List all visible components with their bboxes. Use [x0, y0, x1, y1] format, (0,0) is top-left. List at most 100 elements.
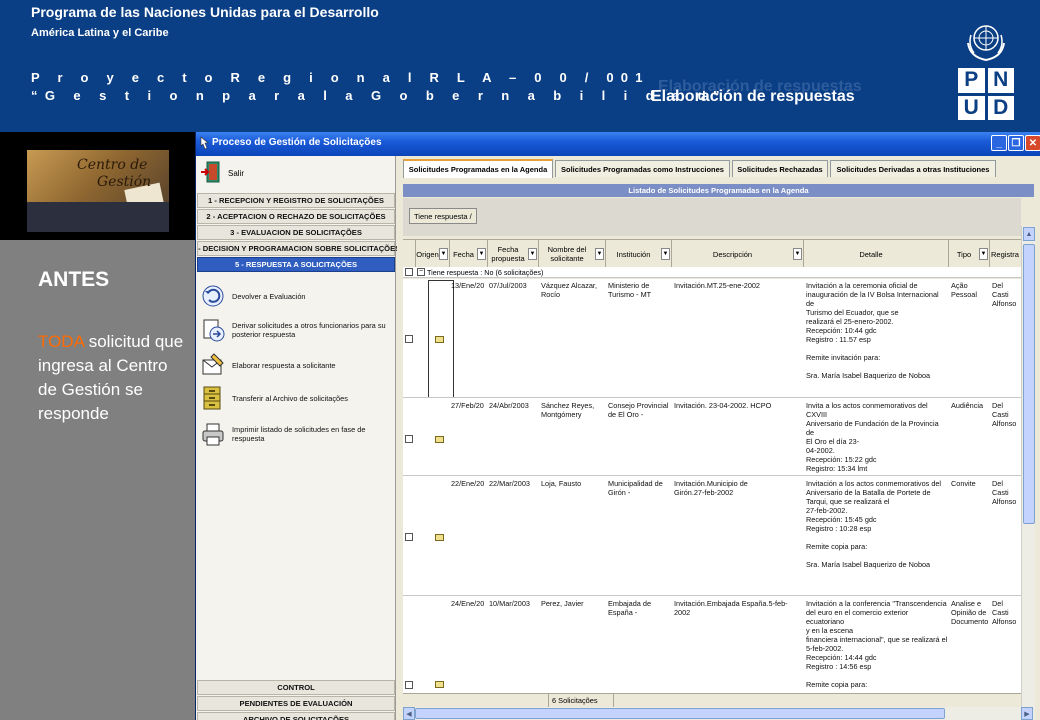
row-checkbox[interactable]: [405, 435, 413, 443]
tab-programadas-instrucciones[interactable]: Solicitudes Programadas como Instruccion…: [555, 160, 730, 177]
col-label: Institución: [616, 249, 651, 259]
col-registra[interactable]: Registra: [990, 240, 1021, 268]
col-nombre[interactable]: Nombre del solicitante ▼: [539, 240, 606, 268]
table-row[interactable]: 13/Ene/20 07/Jul/2003 Vázquez Alcazar, R…: [403, 279, 1021, 398]
record-count: 6 Solicitações: [548, 694, 614, 707]
origin-envelope-icon: [435, 336, 444, 343]
dropdown-arrow-icon[interactable]: ▼: [661, 248, 670, 260]
horizontal-scroll-thumb[interactable]: [415, 708, 945, 719]
col-detalle[interactable]: Detalle: [804, 240, 949, 268]
dropdown-arrow-icon[interactable]: ▼: [979, 248, 988, 260]
main-panel: Solicitudes Programadas en la Agenda Sol…: [397, 156, 1040, 720]
row-checkbox[interactable]: [405, 533, 413, 541]
window-titlebar[interactable]: Proceso de Gestión de Solicitações _ ❐ ✕: [196, 132, 1040, 156]
table-row[interactable]: 22/Ene/20 22/Mar/2003 Loja, Fausto Munic…: [403, 477, 1021, 596]
cell-institucion: Consejo Provincial de El Oro -: [608, 401, 669, 419]
col-label: Tipo: [956, 249, 972, 259]
cell-tipo: Ação Pessoal: [951, 281, 977, 299]
cell-registra: Del Casti Alfonso: [992, 479, 1017, 506]
dropdown-arrow-icon[interactable]: ▼: [793, 248, 802, 260]
pendientes-evaluacion-button[interactable]: PENDIENTES DE EVALUACIÓN: [197, 696, 395, 711]
table-row[interactable]: 24/Ene/20 10/Mar/2003 Perez, Javier Emba…: [403, 597, 1021, 693]
exit-door-icon: [200, 160, 222, 186]
close-icon: ✕: [1028, 137, 1038, 149]
col-origen[interactable]: Origen ▼: [416, 240, 450, 268]
col-label: Fecha: [453, 249, 474, 259]
cell-detalle: Invitación a la ceremonia oficial de ina…: [806, 281, 939, 380]
col-descripcion[interactable]: Descripción ▼: [672, 240, 804, 268]
dropdown-arrow-icon[interactable]: ▼: [477, 248, 486, 260]
col-fecha[interactable]: Fecha ▼: [450, 240, 488, 268]
logo-letter-p: P: [958, 68, 985, 93]
scroll-right-icon[interactable]: ▶: [1021, 707, 1033, 720]
cell-detalle: Invitación a los actos conmemorativos de…: [806, 479, 942, 569]
col-label: Descripción: [712, 249, 753, 259]
process-sidebar: Salir 1 - RECEPCION Y REGISTRO DE SOLICI…: [196, 156, 400, 720]
thumbnail-image: Centro de Gestión: [27, 150, 169, 232]
cell-tipo: Audiência: [951, 401, 984, 410]
tab-programadas-agenda[interactable]: Solicitudes Programadas en la Agenda: [403, 159, 553, 178]
cell-propuesta: 24/Abr/2003: [489, 401, 529, 410]
logo-letter-u: U: [958, 95, 985, 120]
cell-fecha: 27/Feb/20: [451, 401, 484, 410]
step-4-button[interactable]: 4 - DECISION Y PROGRAMACION SOBRE SOLICI…: [196, 241, 400, 256]
transferir-archivo-action[interactable]: Transferir al Archivo de solicitações: [200, 382, 394, 414]
row-checkbox[interactable]: [405, 681, 413, 689]
group-checkbox[interactable]: [405, 268, 413, 276]
col-fecha-propuesta[interactable]: Fecha propuesta ▼: [488, 240, 539, 268]
step-2-button[interactable]: 2 - ACEPTACION O RECHAZO DE SOLICITAÇÕES: [197, 209, 395, 224]
minimize-icon: _: [996, 137, 1002, 149]
group-row[interactable]: − Tiene respuesta : No (6 solicitações): [403, 267, 1021, 278]
un-emblem-icon: [958, 16, 1014, 64]
scroll-up-icon[interactable]: ▲: [1023, 227, 1035, 241]
archivo-solicitacoes-button[interactable]: ARCHIVO DE SOLICITAÇÕES: [197, 712, 395, 720]
antes-heading: ANTES: [38, 268, 110, 291]
row-checkbox[interactable]: [405, 335, 413, 343]
app-icon: [199, 136, 210, 155]
elaborar-respuesta-action[interactable]: Elaborar respuesta a solicitante: [200, 349, 394, 381]
thumbnail-title-1: Centro de: [77, 157, 148, 173]
cell-institucion: Embajada de España -: [608, 599, 652, 617]
col-tipo[interactable]: Tipo ▼: [949, 240, 990, 268]
cell-detalle: Invita a los actos conmemorativos del CX…: [806, 401, 939, 473]
cell-propuesta: 10/Mar/2003: [489, 599, 530, 608]
archive-cabinet-icon: [200, 385, 226, 411]
cell-nombre: Sánchez Reyes, Montgómery: [541, 401, 595, 419]
derivar-solicitudes-action[interactable]: Derivar solicitudes a otros funcionarios…: [200, 314, 394, 346]
step-5-button[interactable]: 5 - RESPUESTA A SOLICITAÇÕES: [197, 257, 395, 272]
restore-button[interactable]: ❐: [1008, 135, 1024, 151]
cell-descripcion: Invitación.Municipio de Girón.27-feb-200…: [674, 479, 748, 497]
note-highlight: TODA: [38, 332, 84, 351]
cell-tipo: Convite: [951, 479, 976, 488]
vertical-scroll-thumb[interactable]: [1023, 244, 1035, 524]
cell-propuesta: 07/Jul/2003: [489, 281, 527, 290]
horizontal-scrollbar[interactable]: ◀ ▶: [403, 707, 1035, 720]
origin-envelope-icon: [435, 681, 444, 688]
devolver-evaluacion-action[interactable]: Devolver a Evaluación: [200, 280, 394, 312]
close-button[interactable]: ✕: [1025, 135, 1040, 151]
control-button[interactable]: CONTROL: [197, 680, 395, 695]
col-institucion[interactable]: Institución ▼: [606, 240, 672, 268]
step-3-button[interactable]: 3 - EVALUACION DE SOLICITAÇÕES: [197, 225, 395, 240]
table-row[interactable]: 27/Feb/20 24/Abr/2003 Sánchez Reyes, Mon…: [403, 399, 1021, 476]
tab-derivadas[interactable]: Solicitudes Derivadas a otras Institucio…: [830, 160, 996, 177]
dropdown-arrow-icon[interactable]: ▼: [439, 248, 448, 260]
group-by-field[interactable]: Tiene respuesta /: [409, 208, 477, 224]
cell-nombre: Perez, Javier: [541, 599, 584, 608]
project-line: P r o y e c t o R e g i o n a l R L A – …: [31, 70, 650, 85]
cell-tipo: Analise e Opinião de Documento: [951, 599, 989, 626]
step-1-button[interactable]: 1 - RECEPCION Y REGISTRO DE SOLICITAÇÕES: [197, 193, 395, 208]
scroll-left-icon[interactable]: ◀: [403, 707, 415, 720]
restore-icon: ❐: [1011, 137, 1021, 149]
imprimir-listado-action[interactable]: Imprimir listado de solicitudes en fase …: [200, 418, 394, 450]
col-label: Origen: [416, 249, 439, 259]
minimize-button[interactable]: _: [991, 135, 1007, 151]
logo-letter-d: D: [987, 95, 1014, 120]
dropdown-arrow-icon[interactable]: ▼: [528, 248, 537, 260]
dropdown-arrow-icon[interactable]: ▼: [595, 248, 604, 260]
salir-button[interactable]: Salir: [200, 160, 244, 186]
cell-propuesta: 22/Mar/2003: [489, 479, 530, 488]
vertical-scrollbar[interactable]: ▲: [1021, 226, 1035, 716]
tab-rechazadas[interactable]: Solicitudes Rechazadas: [732, 160, 828, 177]
collapse-icon[interactable]: −: [417, 268, 425, 276]
